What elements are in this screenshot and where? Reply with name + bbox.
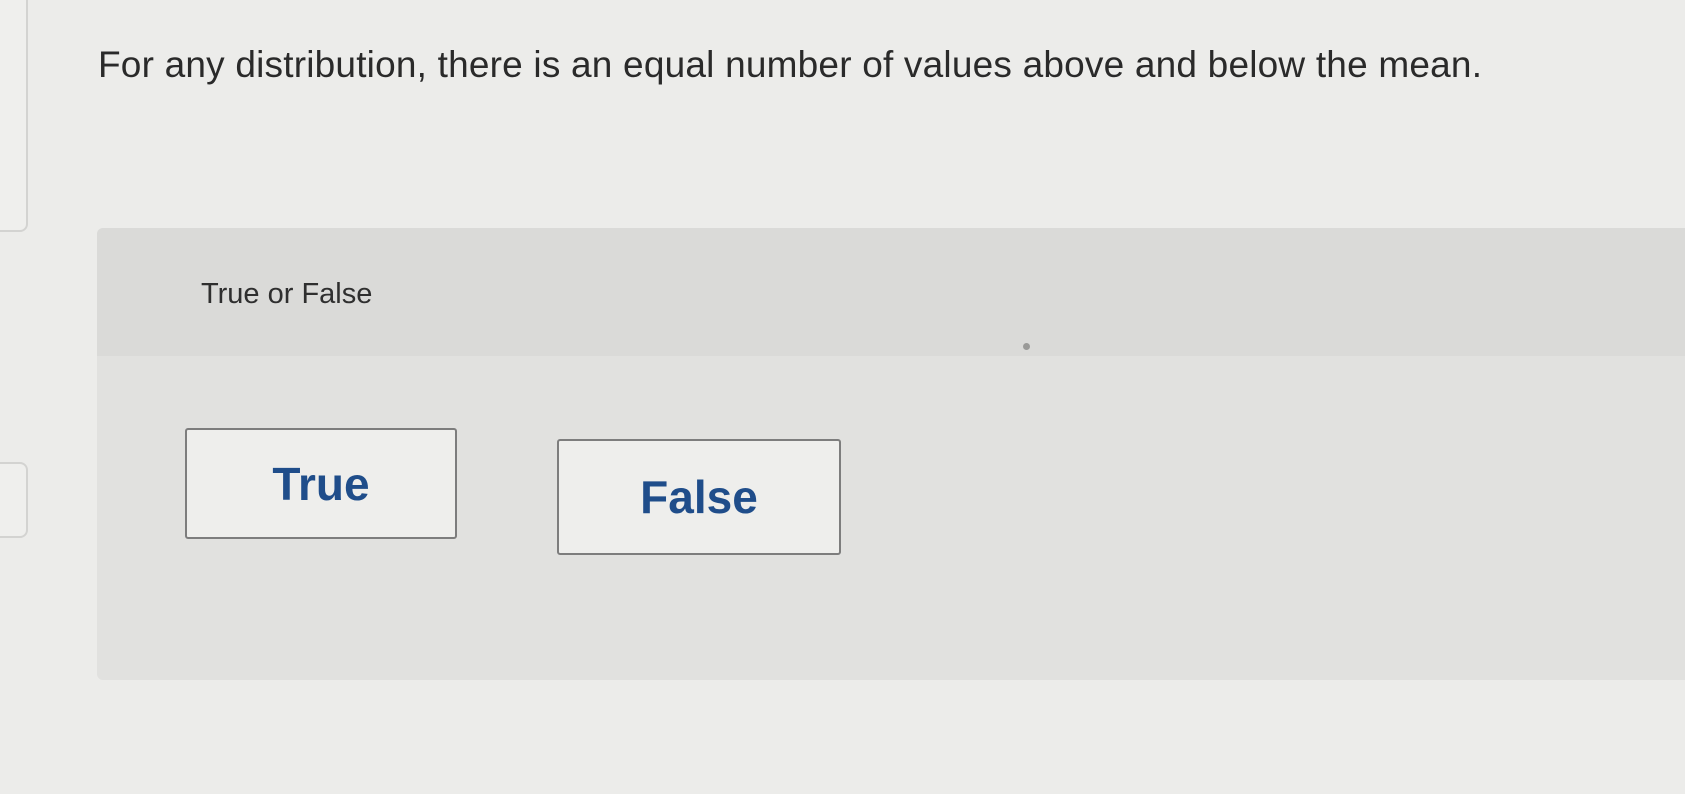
- true-or-false-prompt: True or False: [201, 278, 373, 310]
- answer-panel-header: True or False: [97, 228, 1685, 356]
- decorative-dot: [1023, 343, 1030, 350]
- left-edge-tab-top: [0, 0, 28, 232]
- left-edge-tab-middle[interactable]: [0, 462, 28, 538]
- question-text: For any distribution, there is an equal …: [98, 44, 1483, 85]
- true-button[interactable]: True: [185, 428, 457, 539]
- false-button[interactable]: False: [557, 439, 841, 555]
- answer-panel: True or False True False: [97, 228, 1685, 680]
